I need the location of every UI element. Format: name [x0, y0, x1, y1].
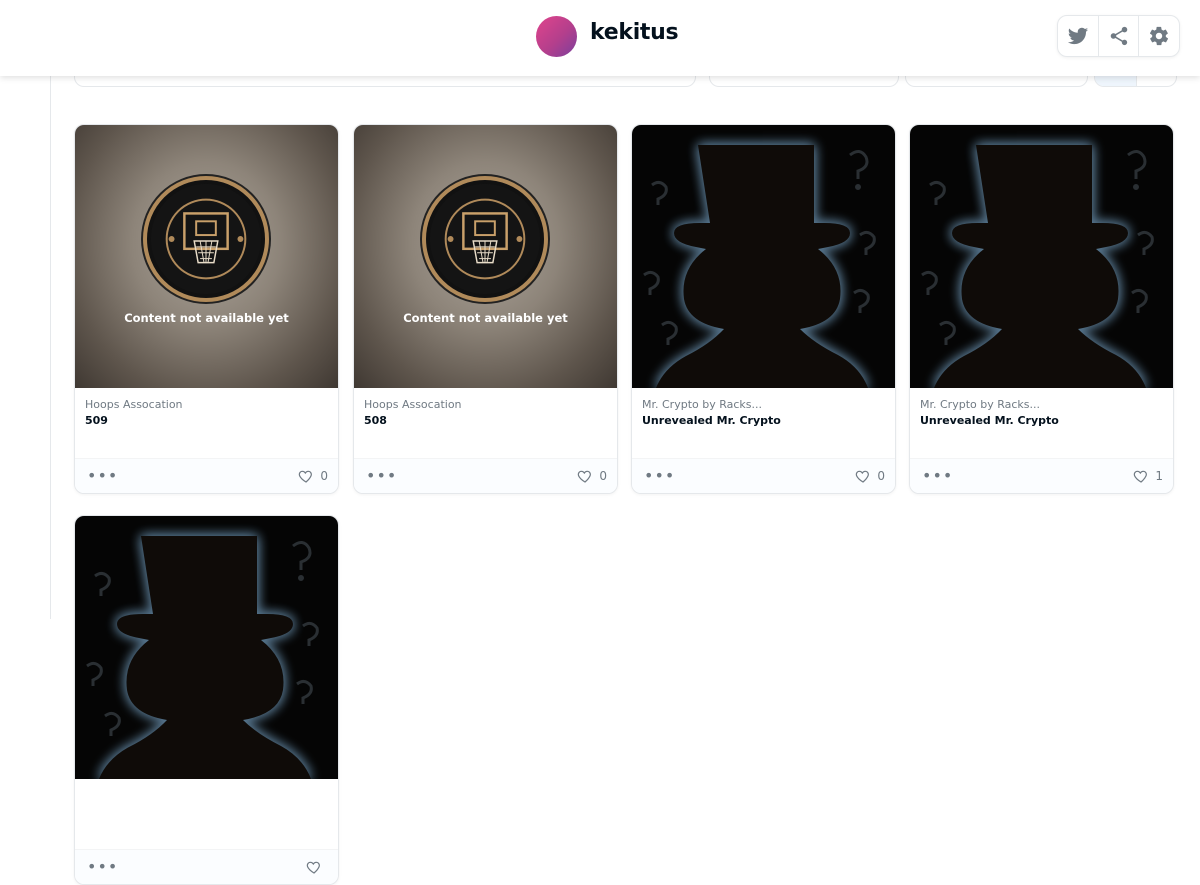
avatar[interactable]	[536, 16, 577, 57]
nft-info: Hoops Assocation 509	[75, 388, 338, 458]
sidebar-divider	[50, 0, 51, 619]
like-count: 0	[320, 469, 328, 483]
collection-name[interactable]: Hoops Assocation	[85, 398, 328, 411]
hoops-association-badge	[143, 176, 269, 302]
mr-crypto-silhouette	[86, 536, 319, 779]
mr-crypto-silhouette	[643, 145, 876, 388]
more-dots-icon[interactable]: •••	[922, 468, 953, 484]
nft-info: Mr. Crypto by Racks... Unrevealed Mr. Cr…	[910, 388, 1173, 458]
heart-icon	[1134, 470, 1148, 483]
heart-icon	[299, 470, 313, 483]
like-count: 0	[599, 469, 607, 483]
share-button[interactable]	[1099, 16, 1140, 56]
nft-media[interactable]	[632, 125, 895, 388]
more-dots-icon[interactable]: •••	[644, 468, 675, 484]
heart-icon	[306, 861, 320, 874]
nft-card[interactable]: •••	[74, 515, 339, 885]
heart-icon	[856, 470, 870, 483]
like-button[interactable]	[306, 859, 328, 875]
nft-card[interactable]: Content not available yet Hoops Assocati…	[74, 124, 339, 494]
nft-media[interactable]	[75, 516, 338, 779]
card-footer: ••• 0	[354, 458, 617, 493]
like-count: 1	[1155, 469, 1163, 483]
content-unavailable-label: Content not available yet	[403, 311, 568, 325]
nft-media[interactable]: Content not available yet	[354, 125, 617, 388]
hoops-association-badge	[422, 176, 548, 302]
item-name[interactable]: 509	[85, 414, 328, 427]
nft-info	[75, 779, 338, 849]
gear-icon	[1150, 26, 1169, 46]
collection-name[interactable]: Mr. Crypto by Racks...	[642, 398, 885, 411]
profile-header: kekitus	[0, 0, 1200, 76]
like-button[interactable]: 1	[1133, 468, 1163, 484]
twitter-button[interactable]	[1058, 16, 1099, 56]
like-button[interactable]: 0	[855, 468, 885, 484]
collection-name[interactable]: Hoops Assocation	[364, 398, 607, 411]
card-footer: ••• 1	[910, 458, 1173, 493]
more-dots-icon[interactable]: •••	[87, 468, 118, 484]
settings-button[interactable]	[1139, 16, 1179, 56]
item-name[interactable]: 508	[364, 414, 607, 427]
collection-name[interactable]: Mr. Crypto by Racks...	[920, 398, 1163, 411]
card-footer: ••• 0	[75, 458, 338, 493]
share-icon	[1110, 26, 1127, 46]
nft-info: Mr. Crypto by Racks... Unrevealed Mr. Cr…	[632, 388, 895, 458]
mr-crypto-silhouette	[921, 145, 1154, 388]
like-button[interactable]: 0	[298, 468, 328, 484]
card-footer: ••• 0	[632, 458, 895, 493]
more-dots-icon[interactable]: •••	[87, 859, 118, 875]
nft-media[interactable]: Content not available yet	[75, 125, 338, 388]
nft-card[interactable]: Content not available yet Hoops Assocati…	[353, 124, 618, 494]
like-button[interactable]: 0	[577, 468, 607, 484]
header-actions	[1057, 15, 1180, 57]
twitter-icon	[1067, 27, 1088, 45]
profile-username: kekitus	[590, 20, 679, 45]
nft-card[interactable]: Mr. Crypto by Racks... Unrevealed Mr. Cr…	[631, 124, 896, 494]
card-footer: •••	[75, 849, 338, 884]
content-unavailable-label: Content not available yet	[124, 311, 289, 325]
item-name[interactable]: Unrevealed Mr. Crypto	[642, 414, 885, 427]
item-name[interactable]: Unrevealed Mr. Crypto	[920, 414, 1163, 427]
nft-info: Hoops Assocation 508	[354, 388, 617, 458]
nft-card[interactable]: Mr. Crypto by Racks... Unrevealed Mr. Cr…	[909, 124, 1174, 494]
heart-icon	[578, 470, 592, 483]
nft-media[interactable]	[910, 125, 1173, 388]
more-dots-icon[interactable]: •••	[366, 468, 397, 484]
like-count: 0	[877, 469, 885, 483]
